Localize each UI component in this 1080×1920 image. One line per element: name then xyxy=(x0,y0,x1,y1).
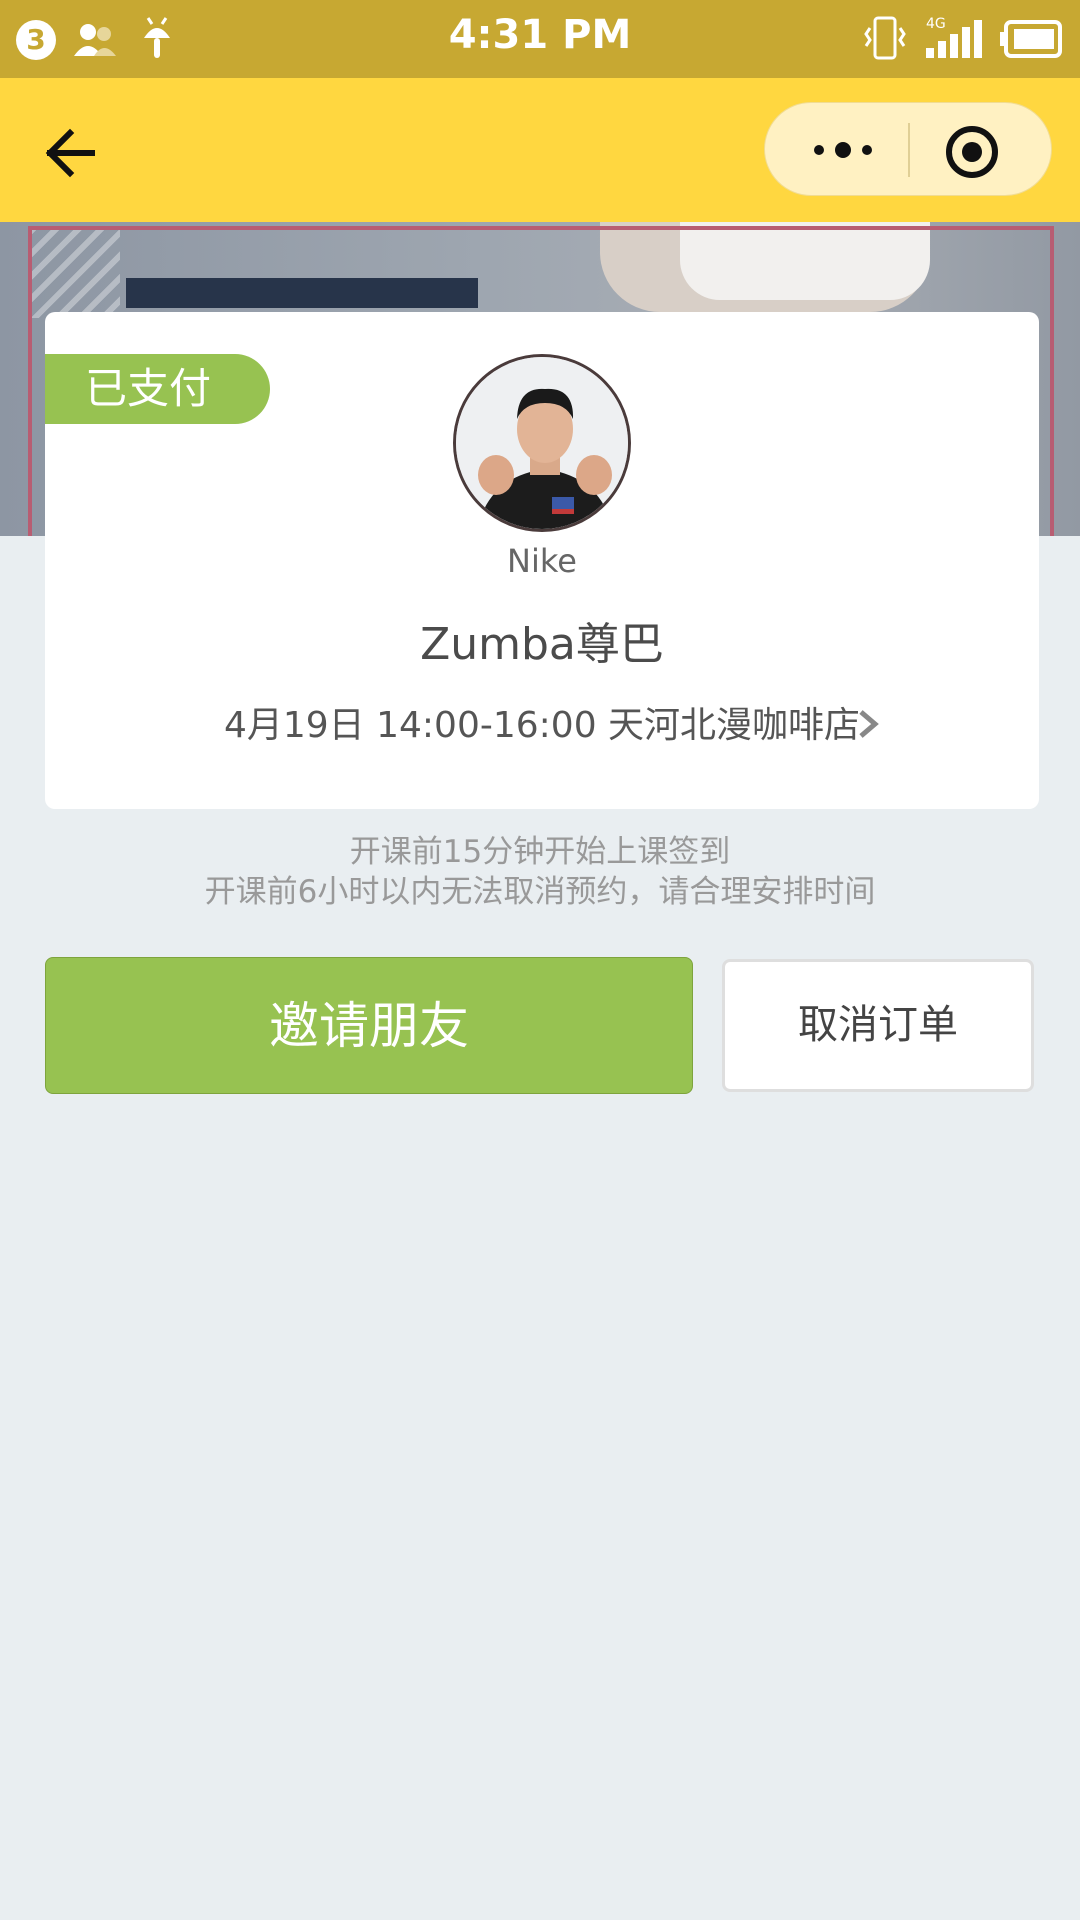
mini-program-capsule xyxy=(764,102,1052,196)
vibrate-icon xyxy=(864,16,906,60)
target-circle-icon[interactable] xyxy=(945,125,999,179)
booking-notes: 开课前15分钟开始上课签到 开课前6小时以内无法取消预约，请合理安排时间 xyxy=(0,832,1080,912)
coach-name: Nike xyxy=(507,542,577,580)
chevron-right-icon[interactable] xyxy=(853,704,883,744)
capsule-divider xyxy=(908,123,910,177)
signal-icon xyxy=(926,20,982,58)
course-schedule-location[interactable]: 4月19日 14:00-16:00 天河北漫咖啡店 xyxy=(45,696,1039,748)
invite-friends-button[interactable]: 邀请朋友 xyxy=(45,957,693,1094)
back-arrow-icon[interactable] xyxy=(36,118,106,188)
clock-time: 4:31 PM xyxy=(448,12,632,58)
app-bar xyxy=(0,78,1080,222)
status-bar: 3 4:31 PM 4G xyxy=(0,0,1080,78)
more-dots-icon[interactable] xyxy=(803,129,883,171)
status-badge: 已支付 xyxy=(45,354,270,424)
cancel-order-button[interactable]: 取消订单 xyxy=(722,959,1034,1092)
course-title: Zumba尊巴 xyxy=(420,619,664,670)
cancellation-note: 开课前6小时以内无法取消预约，请合理安排时间 xyxy=(204,874,876,910)
coach-avatar xyxy=(453,354,631,532)
course-card: 已支付 Nike Zumba尊巴 4月19日 14:00-16:00 天河北漫咖… xyxy=(45,312,1039,809)
coach-photo xyxy=(456,357,628,529)
battery-icon xyxy=(1000,20,1062,58)
checkin-note: 开课前15分钟开始上课签到 xyxy=(349,834,731,870)
